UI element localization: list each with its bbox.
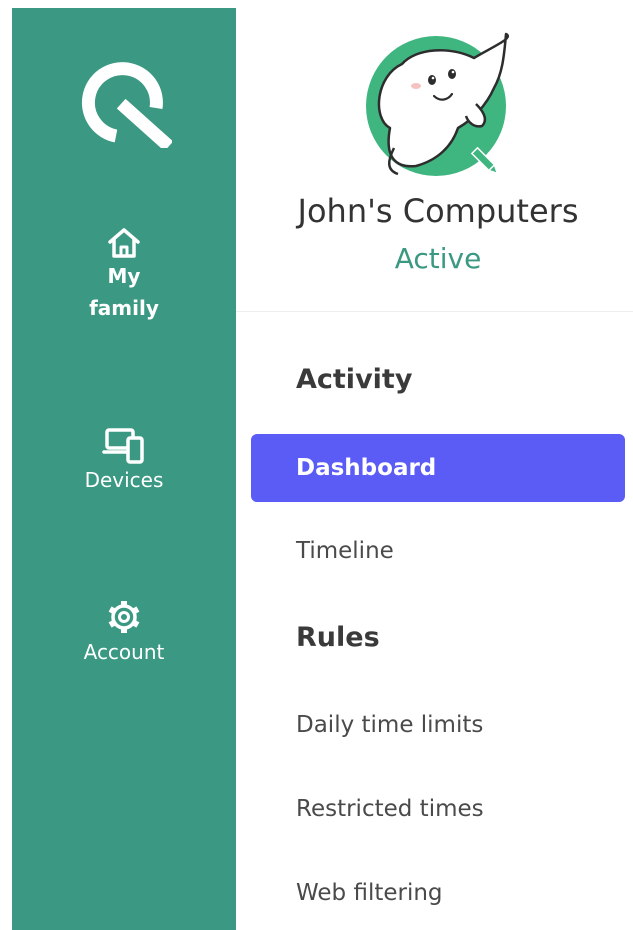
sidebar-item-label: family [89,296,159,320]
sidebar: My family Devices Account [12,8,236,930]
menu-item-web-filtering[interactable]: Web filtering [296,880,443,906]
gear-icon [108,601,140,633]
menu-item-restricted-times[interactable]: Restricted times [296,796,484,822]
profile-name: John's Computers [297,192,579,230]
main-panel: John's Computers Active Activity Dashboa… [236,0,633,930]
menu-item-daily-time-limits[interactable]: Daily time limits [296,712,483,738]
sidebar-item-my-family[interactable]: My family [12,226,236,324]
sidebar-item-devices[interactable]: Devices [12,426,236,496]
status-badge: Active [394,242,482,275]
sidebar-item-label: My [107,264,141,288]
sidebar-item-account[interactable]: Account [12,598,236,668]
home-icon [108,228,140,258]
sidebar-item-label: Devices [84,468,164,492]
devices-icon [102,428,144,464]
sidebar-item-label: Account [83,640,165,664]
elephant-avatar-icon[interactable] [354,28,514,188]
section-heading-activity: Activity [296,364,413,395]
menu-item-dashboard[interactable]: Dashboard [251,434,625,502]
menu-item-timeline[interactable]: Timeline [296,538,394,564]
section-heading-rules: Rules [296,622,380,653]
qustodio-logo-icon[interactable] [76,56,172,148]
profile-header: John's Computers Active [236,0,633,312]
